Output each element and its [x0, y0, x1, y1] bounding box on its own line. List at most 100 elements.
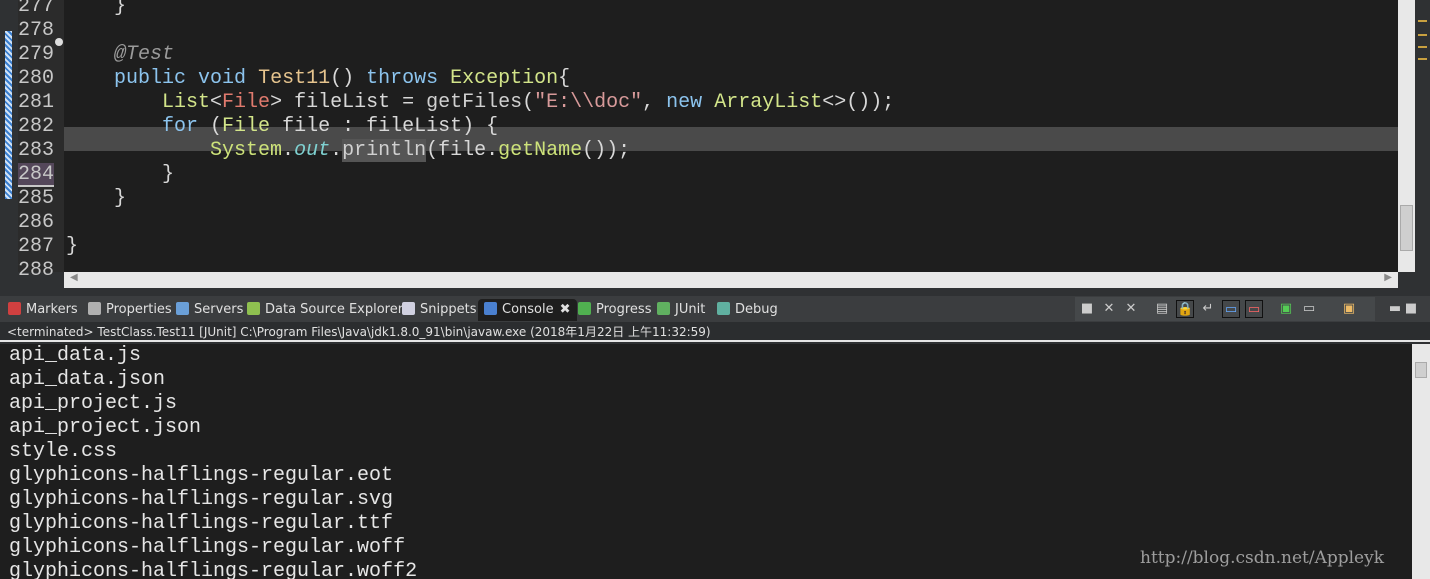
console-line: glyphicons-halflings-regular.woff2: [9, 560, 418, 579]
line-number: 278: [18, 19, 55, 42]
code-line: }: [66, 163, 174, 187]
line-number: 282: [18, 115, 55, 138]
code-line: }: [66, 235, 78, 259]
tab-label: Properties: [106, 302, 172, 317]
markers-icon: [8, 302, 21, 315]
code-token: }: [66, 0, 127, 18]
console-line: api_data.js: [9, 344, 142, 367]
code-token: ());: [582, 139, 631, 162]
maximize-icon[interactable]: ■: [1402, 300, 1420, 318]
display-console-icon[interactable]: ▭: [1300, 300, 1318, 318]
code-token: for: [162, 115, 199, 138]
console-line: style.css: [9, 440, 118, 463]
tab-console[interactable]: Console ✖: [478, 299, 577, 321]
console-line: glyphicons-halflings-regular.ttf: [9, 512, 394, 535]
code-token: throws: [366, 67, 439, 90]
show-on-stderr-icon[interactable]: ▭: [1245, 300, 1263, 318]
code-token: <>());: [822, 91, 895, 114]
console-line: glyphicons-halflings-regular.woff: [9, 536, 406, 559]
code-token: out: [294, 139, 331, 162]
code-area[interactable]: } @Test public void Test11() throws Exce…: [64, 0, 1398, 272]
code-token: }: [66, 235, 79, 258]
pin-console-icon[interactable]: ▣: [1277, 300, 1295, 318]
code-token: > fileList =: [270, 91, 427, 114]
snippets-icon: [402, 302, 415, 315]
code-line: public void Test11() throws Exception{: [66, 67, 570, 91]
code-token: file : fileList) {: [270, 115, 499, 138]
code-token: public: [114, 67, 187, 90]
remove-launch-icon[interactable]: ✕: [1100, 300, 1118, 318]
show-on-stdout-icon[interactable]: ▭: [1222, 300, 1240, 318]
tab-markers[interactable]: Markers: [8, 299, 78, 321]
tab-progress[interactable]: Progress: [578, 299, 651, 321]
console-line: api_data.json: [9, 368, 166, 391]
code-line: System.out.println(file.getName());: [66, 139, 630, 163]
code-line: @Test: [66, 43, 174, 67]
tab-data-source-explorer[interactable]: Data Source Explorer: [247, 299, 403, 321]
code-token: ,: [642, 91, 667, 114]
code-token: @Test: [114, 43, 175, 66]
code-token: <: [210, 91, 223, 114]
code-token: getName: [498, 139, 583, 162]
remove-all-terminated-icon[interactable]: ✕: [1122, 300, 1140, 318]
properties-icon: [88, 302, 101, 315]
console-status: <terminated> TestClass.Test11 [JUnit] C:…: [0, 322, 1430, 342]
progress-icon: [578, 302, 591, 315]
tab-label: Progress: [596, 302, 652, 317]
word-wrap-icon[interactable]: ↵: [1199, 300, 1217, 318]
scroll-lock-icon[interactable]: 🔒: [1176, 300, 1194, 318]
tab-debug[interactable]: Debug: [717, 299, 778, 321]
tab-label: Markers: [26, 302, 78, 317]
code-token: getFiles: [426, 91, 523, 114]
console-line: api_project.json: [9, 416, 202, 439]
tab-properties[interactable]: Properties: [88, 299, 172, 321]
change-indicator: [5, 31, 12, 199]
line-number: 279: [18, 43, 55, 66]
code-token: Test11: [258, 67, 331, 90]
debug-icon: [717, 302, 730, 315]
tab-label: JUnit: [675, 302, 706, 317]
code-token: "E:\\doc": [534, 91, 643, 114]
terminate-icon[interactable]: ■: [1078, 300, 1096, 318]
code-line: List<File> fileList = getFiles("E:\\doc"…: [66, 91, 894, 115]
scroll-right-icon[interactable]: ▶: [1384, 272, 1392, 283]
console-line: glyphicons-halflings-regular.svg: [9, 488, 394, 511]
close-icon[interactable]: ✖: [560, 302, 571, 317]
code-token: (: [198, 115, 223, 138]
console-scrollbar[interactable]: [1412, 344, 1430, 579]
scroll-left-icon[interactable]: ◀: [70, 272, 78, 283]
fold-toggle-icon[interactable]: [55, 38, 63, 46]
code-token: List: [162, 91, 211, 114]
line-number: 288: [18, 259, 55, 282]
scrollbar-thumb[interactable]: [1415, 362, 1427, 378]
tab-label: Snippets: [420, 302, 477, 317]
junit-icon: [657, 302, 670, 315]
tab-junit[interactable]: JUnit: [657, 299, 705, 321]
clear-console-icon[interactable]: ▤: [1153, 300, 1171, 318]
tab-servers[interactable]: Servers: [176, 299, 243, 321]
vertical-scrollbar[interactable]: [1398, 0, 1415, 272]
tab-label: Debug: [735, 302, 778, 317]
line-number: 287: [18, 235, 55, 258]
line-number: 285: [18, 187, 55, 210]
console-line: api_project.js: [9, 392, 178, 415]
tab-label: Console: [502, 302, 554, 317]
code-token: void: [198, 67, 247, 90]
console-output[interactable]: api_data.js api_data.json api_project.js ap…: [0, 344, 1412, 579]
line-number: 286: [18, 211, 55, 234]
tab-snippets[interactable]: Snippets: [402, 299, 476, 321]
line-number: 283: [18, 139, 55, 162]
open-console-icon[interactable]: ▣: [1340, 300, 1358, 318]
line-number: 281: [18, 91, 55, 114]
horizontal-scrollbar[interactable]: ◀ ▶: [64, 272, 1398, 288]
code-token: .: [282, 139, 295, 162]
watermark: http://blog.csdn.net/Appleyk: [1140, 548, 1385, 568]
scrollbar-thumb[interactable]: [1400, 205, 1413, 251]
code-token: System: [210, 139, 283, 162]
overview-ruler: [1415, 0, 1430, 272]
